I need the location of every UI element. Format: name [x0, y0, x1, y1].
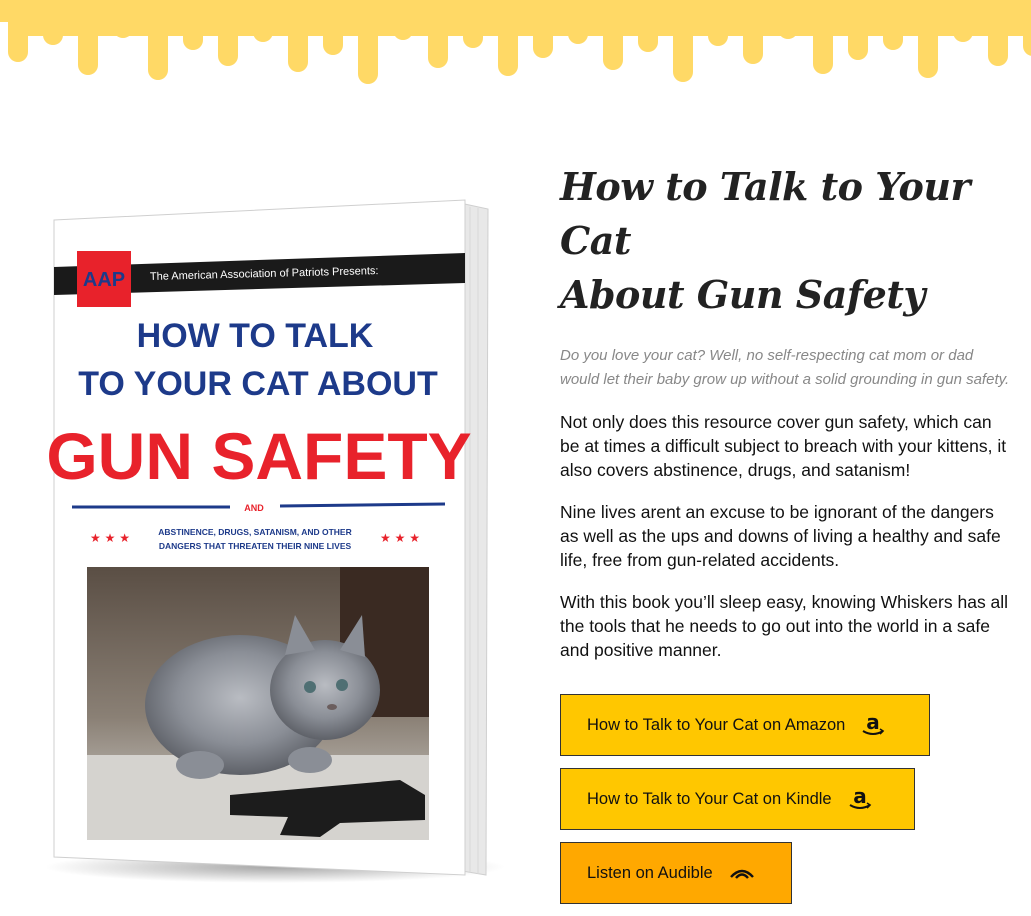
kitten-photo: [87, 567, 429, 840]
amazon-button-label: How to Talk to Your Cat on Amazon: [587, 715, 846, 734]
cover-subtitle-line1: ABSTINENCE, DRUGS, SATANISM, AND OTHER: [158, 527, 351, 537]
dripping-header-decoration: [0, 0, 1031, 84]
audible-button-label: Listen on Audible: [587, 863, 713, 882]
intro-text: Do you love your cat? Well, no self-resp…: [560, 347, 1010, 388]
amazon-button[interactable]: How to Talk to Your Cat on Amazon a: [560, 694, 930, 756]
paragraph-3: With this book you’ll sleep easy, knowin…: [560, 592, 1009, 660]
cover-stars-right: ★ ★ ★: [380, 531, 420, 545]
svg-text:a: a: [867, 712, 881, 734]
kindle-button[interactable]: How to Talk to Your Cat on Kindle a: [560, 768, 915, 830]
amazon-icon: a: [861, 712, 885, 738]
amazon-icon: a: [848, 786, 872, 812]
cover-and: AND: [244, 503, 264, 513]
audible-icon: [729, 863, 755, 883]
book-cover-illustration: AAP The American Association of Patriots…: [45, 199, 505, 883]
audible-button[interactable]: Listen on Audible: [560, 842, 792, 904]
publisher-badge: AAP: [83, 269, 125, 291]
cover-title-line1: HOW TO TALK: [137, 317, 374, 355]
book-cover: AAP The American Association of Patriots…: [40, 195, 510, 885]
cover-title-line2: TO YOUR CAT ABOUT: [78, 365, 438, 403]
page-title: How to Talk to Your Cat About Gun Safety: [560, 160, 1010, 322]
kindle-button-label: How to Talk to Your Cat on Kindle: [587, 789, 832, 808]
page-title-line2: About Gun Safety: [560, 272, 925, 317]
page-title-line1: How to Talk to Your Cat: [560, 164, 971, 263]
cover-stars-left: ★ ★ ★: [90, 531, 130, 545]
cover-subtitle-line2: DANGERS THAT THREATEN THEIR NINE LIVES: [159, 541, 352, 551]
paragraph-1: Not only does this resource cover gun sa…: [560, 412, 1007, 480]
product-description: How to Talk to Your Cat About Gun Safety…: [560, 160, 1010, 916]
svg-text:a: a: [853, 786, 867, 808]
cover-title-line3: GUN SAFETY: [46, 419, 471, 493]
paragraph-2: Nine lives arent an excuse to be ignoran…: [560, 502, 1001, 570]
